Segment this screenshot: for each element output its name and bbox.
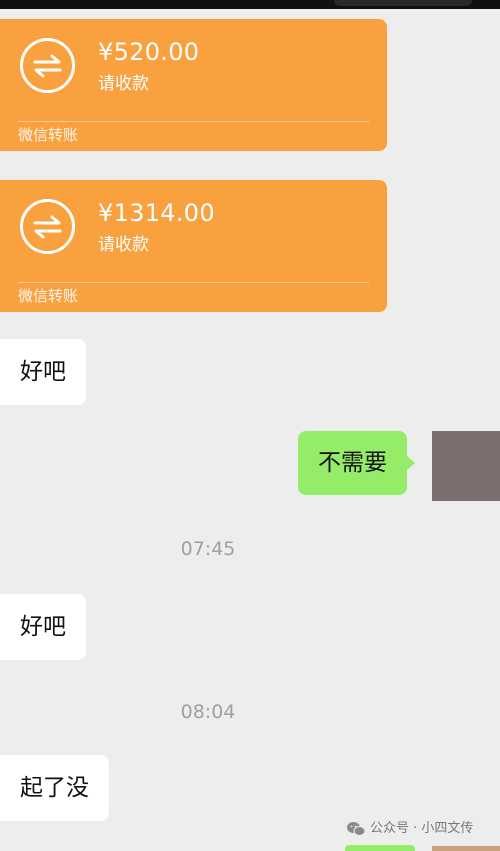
status-bar-notch — [334, 0, 472, 6]
transfer-card[interactable]: ¥1314.00 请收款 微信转账 — [0, 180, 387, 312]
outgoing-message-bubble-partial — [345, 845, 415, 851]
transfer-action: 请收款 — [98, 74, 149, 94]
transfer-card[interactable]: ¥520.00 请收款 微信转账 — [0, 19, 387, 151]
avatar[interactable] — [432, 431, 500, 501]
message-text: 好吧 — [20, 614, 66, 640]
message-text: 起了没 — [20, 775, 89, 801]
watermark: 公众号 · 小四文传 — [346, 820, 473, 838]
transfer-amount: ¥520.00 — [98, 38, 200, 66]
incoming-message-bubble[interactable]: 好吧 — [0, 594, 86, 660]
incoming-message-bubble[interactable]: 好吧 — [0, 339, 86, 405]
message-timestamp: 07:45 — [180, 538, 236, 560]
transfer-arrows-icon — [20, 199, 75, 254]
transfer-divider — [18, 121, 369, 122]
message-timestamp: 08:04 — [180, 701, 236, 723]
transfer-action: 请收款 — [98, 235, 149, 255]
image-message-partial — [432, 846, 500, 851]
wechat-icon — [347, 822, 366, 836]
outgoing-message-bubble[interactable]: 不需要 — [298, 431, 415, 495]
transfer-footer: 微信转账 — [18, 126, 79, 144]
message-text: 不需要 — [318, 450, 387, 476]
transfer-divider — [18, 282, 369, 283]
bubble-tail — [406, 455, 415, 471]
transfer-arrows-icon — [20, 38, 75, 93]
transfer-amount: ¥1314.00 — [98, 199, 215, 227]
message-text: 好吧 — [20, 359, 66, 385]
watermark-text: 公众号 · 小四文传 — [370, 821, 474, 836]
incoming-message-bubble[interactable]: 起了没 — [0, 755, 109, 821]
transfer-footer: 微信转账 — [18, 287, 79, 305]
